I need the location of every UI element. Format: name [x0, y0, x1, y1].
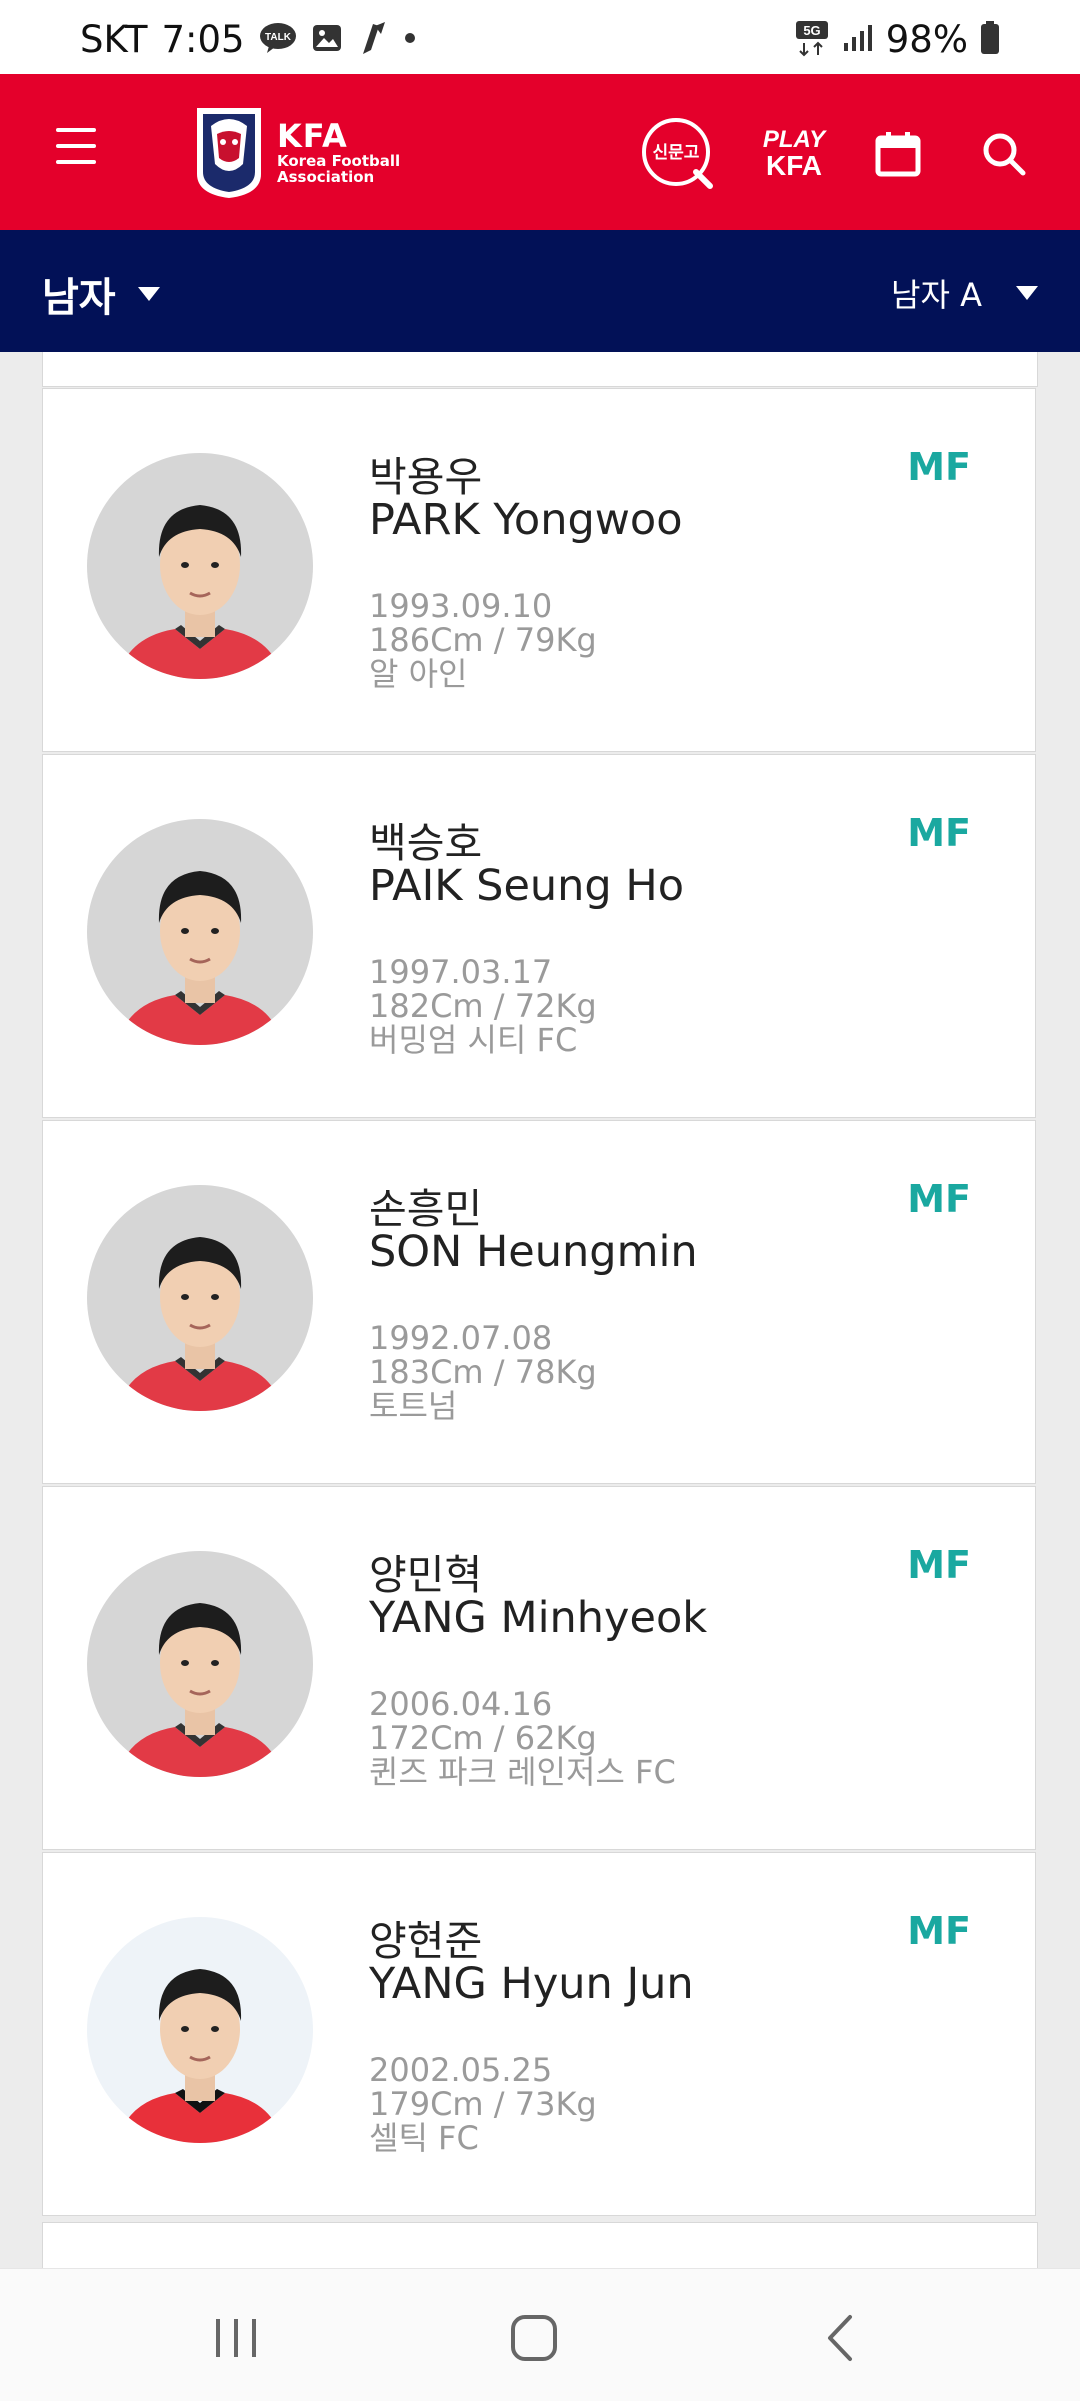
player-position: MF	[907, 1543, 971, 1587]
player-height-weight: 183Cm / 78Kg	[369, 1353, 597, 1391]
home-icon[interactable]	[504, 2313, 564, 2363]
player-name-english: YANG Hyun Jun	[369, 1959, 694, 2009]
status-bar: SKT 7:05 TALK 5G 98%	[0, 0, 1080, 74]
playkfa-label-1: PLAY	[762, 126, 826, 153]
player-photo	[87, 819, 313, 1045]
logo-subtitle-1: Korea Football	[277, 152, 401, 170]
logo-title: KFA	[277, 117, 348, 155]
search-icon	[983, 133, 1026, 176]
talk-notification-icon: TALK	[259, 22, 297, 58]
player-height-weight: 179Cm / 73Kg	[369, 2085, 597, 2123]
gender-dropdown[interactable]: 남자	[42, 265, 160, 323]
player-meta: 1992.07.08 183Cm / 78Kg 토트넘	[369, 1321, 597, 1423]
triangle-down-icon	[137, 287, 160, 301]
player-photo	[87, 1551, 313, 1777]
player-list[interactable]: 박용우 PARK Yongwoo 1993.09.10 186Cm / 79Kg 알 아…	[42, 352, 1038, 2268]
player-position: MF	[907, 445, 971, 489]
calendar-button[interactable]	[858, 114, 938, 194]
triangle-down-icon	[1016, 286, 1038, 300]
recent-apps-icon[interactable]	[206, 2313, 266, 2363]
player-name-korean: 백승호	[369, 819, 483, 867]
logo-text: KFA Korea Football Association	[277, 119, 400, 185]
carrier-label: SKT	[80, 18, 148, 61]
player-card[interactable]: 박용우 PARK Yongwoo 1993.09.10 186Cm / 79Kg 알 아…	[42, 388, 1036, 752]
player-height-weight: 172Cm / 62Kg	[369, 1719, 597, 1757]
gallery-notification-icon	[311, 22, 343, 58]
status-left: SKT 7:05 TALK	[80, 18, 417, 61]
signal-icon	[842, 23, 874, 57]
player-position: MF	[907, 1177, 971, 1221]
player-card[interactable]: 양현준 YANG Hyun Jun 2002.05.25 179Cm / 73Kg 셀틱…	[42, 1852, 1036, 2216]
player-club: 알 아인	[369, 655, 468, 693]
player-meta: 1997.03.17 182Cm / 72Kg 버밍엄 시티 FC	[369, 955, 597, 1057]
player-photo	[87, 453, 313, 679]
player-height-weight: 182Cm / 72Kg	[369, 987, 597, 1025]
filter-bar: 남자 남자 A	[0, 230, 1080, 352]
player-photo	[87, 1917, 313, 2143]
playkfa-label-2: KFA	[766, 150, 822, 181]
sinmungo-label: 신문고	[653, 143, 700, 163]
player-name-english: SON Heungmin	[369, 1227, 698, 1277]
player-height-weight: 186Cm / 79Kg	[369, 621, 597, 659]
player-meta: 2002.05.25 179Cm / 73Kg 셀틱 FC	[369, 2053, 597, 2155]
more-notifications-dot-icon	[403, 30, 417, 49]
system-nav-bar	[0, 2268, 1080, 2401]
player-birthdate: 1992.07.08	[369, 1319, 553, 1357]
sinmungo-button[interactable]: 신문고	[638, 114, 718, 194]
kfa-logo[interactable]: KFA Korea Football Association	[193, 102, 423, 202]
hamburger-menu-icon[interactable]	[56, 128, 96, 168]
player-card-partial	[42, 2222, 1038, 2268]
gender-dropdown-label: 남자	[42, 275, 116, 321]
player-name-korean: 양민혁	[369, 1551, 483, 1599]
player-name-english: PARK Yongwoo	[369, 495, 683, 545]
clock: 7:05	[161, 18, 245, 61]
sinmungo-icon: 신문고	[642, 118, 713, 189]
network-5g-icon: 5G	[794, 19, 830, 61]
team-dropdown-label: 남자 A	[891, 276, 982, 314]
team-dropdown[interactable]: 남자 A	[891, 270, 1038, 316]
back-icon[interactable]	[812, 2313, 872, 2363]
player-birthdate: 1997.03.17	[369, 953, 553, 991]
player-name-english: YANG Minhyeok	[369, 1593, 708, 1643]
player-card[interactable]: 백승호 PAIK Seung Ho 1997.03.17 182Cm / 72Kg 버밍…	[42, 754, 1036, 1118]
player-club: 셀틱 FC	[369, 2119, 479, 2157]
app-header: KFA Korea Football Association 신문고 PLAY …	[0, 74, 1080, 230]
battery-percent: 98%	[885, 18, 968, 61]
player-card-partial	[42, 352, 1038, 387]
player-birthdate: 1993.09.10	[369, 587, 553, 625]
calendar-icon	[875, 132, 921, 177]
kfa-emblem-icon	[197, 108, 261, 198]
player-card[interactable]: 양민혁 YANG Minhyeok 2006.04.16 172Cm / 62Kg 퀸즈…	[42, 1486, 1036, 1850]
player-club: 토트넘	[369, 1387, 458, 1425]
status-right: 5G 98%	[794, 18, 1000, 61]
player-club: 퀸즈 파크 레인저스 FC	[369, 1753, 676, 1791]
player-name-english: PAIK Seung Ho	[369, 861, 685, 911]
player-birthdate: 2006.04.16	[369, 1685, 553, 1723]
player-position: MF	[907, 811, 971, 855]
search-button[interactable]	[964, 114, 1044, 194]
player-name-korean: 박용우	[369, 453, 483, 501]
logo-subtitle-2: Association	[277, 168, 375, 186]
player-club: 버밍엄 시티 FC	[369, 1021, 578, 1059]
app-notification-icon	[357, 20, 389, 60]
playkfa-button[interactable]: PLAY KFA	[754, 114, 834, 194]
player-position: MF	[907, 1909, 971, 1953]
player-name-korean: 손흥민	[369, 1185, 483, 1233]
svg-text:TALK: TALK	[265, 32, 292, 43]
player-photo	[87, 1185, 313, 1411]
player-birthdate: 2002.05.25	[369, 2051, 553, 2089]
battery-icon	[980, 20, 1000, 59]
player-card[interactable]: 손흥민 SON Heungmin 1992.07.08 183Cm / 78Kg 토트넘…	[42, 1120, 1036, 1484]
network-type-label: 5G	[803, 23, 820, 38]
player-meta: 1993.09.10 186Cm / 79Kg 알 아인	[369, 589, 597, 691]
player-meta: 2006.04.16 172Cm / 62Kg 퀸즈 파크 레인저스 FC	[369, 1687, 676, 1789]
player-name-korean: 양현준	[369, 1917, 483, 1965]
